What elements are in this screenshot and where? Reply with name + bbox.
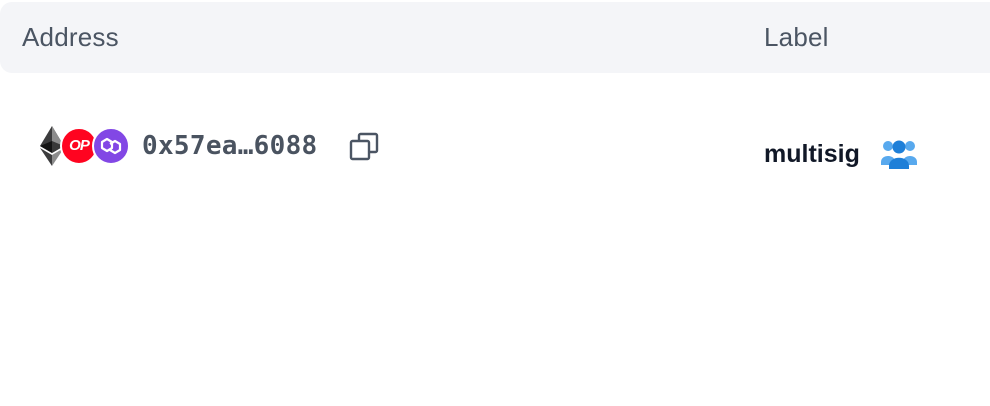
address-table: Address Label OP 0x57ea…6088 multisig bbox=[0, 0, 990, 406]
polygon-icon bbox=[92, 127, 130, 165]
optimism-icon-text: OP bbox=[69, 137, 90, 154]
address-label: multisig bbox=[764, 140, 860, 168]
table-header: Address Label bbox=[0, 2, 990, 73]
address-value[interactable]: 0x57ea…6088 bbox=[142, 128, 318, 164]
table-row: OP 0x57ea…6088 multisig bbox=[0, 74, 990, 224]
column-header-label[interactable]: Label bbox=[764, 2, 829, 73]
group-icon bbox=[881, 140, 917, 169]
chain-icons: OP bbox=[40, 125, 132, 167]
column-header-address[interactable]: Address bbox=[22, 2, 119, 73]
copy-icon[interactable] bbox=[346, 129, 382, 165]
